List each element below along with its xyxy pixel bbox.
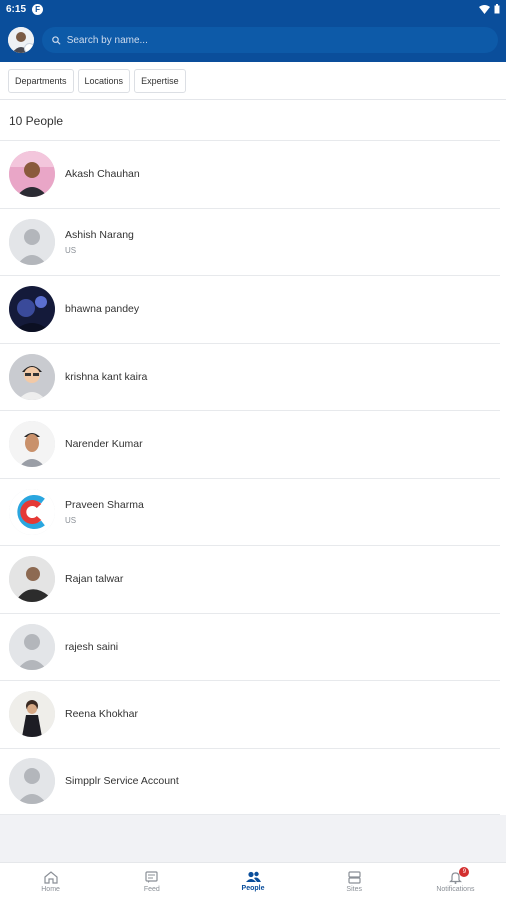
list-item[interactable]: bhawna pandey xyxy=(0,275,500,343)
wifi-icon xyxy=(479,4,490,14)
search-bar[interactable] xyxy=(42,27,498,53)
status-time: 6:15 xyxy=(6,3,27,15)
home-icon xyxy=(43,870,58,884)
default-avatar-icon xyxy=(9,218,55,265)
avatar xyxy=(9,488,55,535)
app-notification-icon: F xyxy=(32,3,44,15)
default-avatar-icon xyxy=(9,758,55,805)
search-icon xyxy=(52,35,61,45)
nav-home[interactable]: Home xyxy=(0,863,101,900)
list-item[interactable]: Ashish Narang US xyxy=(0,207,500,276)
people-count: 10 People xyxy=(9,114,64,128)
person-name: Reena Khokhar xyxy=(65,708,138,721)
avatar xyxy=(9,556,55,603)
avatar xyxy=(9,421,55,468)
list-item[interactable]: Praveen Sharma US xyxy=(0,477,500,546)
filter-locations[interactable]: Locations xyxy=(77,68,131,93)
person-name: rajesh saini xyxy=(65,640,119,653)
search-input[interactable] xyxy=(66,34,488,46)
person-name: bhawna pandey xyxy=(65,303,140,316)
list-item[interactable]: Akash Chauhan xyxy=(0,140,500,208)
nav-home-label: Home xyxy=(41,885,60,893)
avatar xyxy=(9,151,55,198)
person-name: Narender Kumar xyxy=(65,438,143,451)
filter-departments[interactable]: Departments xyxy=(8,68,74,93)
person-location: US xyxy=(65,245,77,255)
sites-icon xyxy=(348,870,361,884)
notification-count-badge: 9 xyxy=(459,867,470,877)
bottom-nav: Home Feed People Sites 9 Notifications xyxy=(0,862,506,900)
default-avatar-icon xyxy=(9,623,55,670)
nav-sites[interactable]: Sites xyxy=(304,863,405,900)
avatar xyxy=(9,623,55,670)
list-item[interactable]: krishna kant kaira xyxy=(0,342,500,411)
avatar xyxy=(9,218,55,265)
settings-badge-icon xyxy=(24,43,34,53)
person-name: Simpplr Service Account xyxy=(65,775,179,788)
filter-expertise[interactable]: Expertise xyxy=(134,68,186,93)
current-user-avatar[interactable] xyxy=(8,27,34,53)
nav-feed[interactable]: Feed xyxy=(101,863,202,900)
nav-feed-label: Feed xyxy=(143,885,160,893)
nav-notifications[interactable]: 9 Notifications xyxy=(405,863,506,900)
avatar xyxy=(9,758,55,805)
list-item[interactable]: rajesh saini xyxy=(0,612,500,681)
app-header: 6:15 F xyxy=(0,0,506,62)
nav-notifications-label: Notifications xyxy=(436,885,475,893)
avatar xyxy=(9,353,55,400)
nav-people-label: People xyxy=(241,885,265,892)
list-item[interactable]: Reena Khokhar xyxy=(0,680,500,748)
list-footer-spacer xyxy=(0,815,506,862)
person-name: krishna kant kaira xyxy=(65,370,148,383)
list-item[interactable]: Simpplr Service Account xyxy=(0,747,500,815)
avatar xyxy=(9,691,55,738)
feed-icon xyxy=(145,870,158,883)
person-name: Akash Chauhan xyxy=(65,168,140,181)
people-list: Akash Chauhan Ashish Narang US bhawna pa… xyxy=(0,140,506,815)
nav-people[interactable]: People xyxy=(202,863,303,900)
person-name: Ashish Narang xyxy=(65,228,134,241)
list-item[interactable]: Rajan talwar xyxy=(0,545,500,613)
battery-icon xyxy=(494,4,500,14)
avatar xyxy=(9,286,55,333)
person-name: Rajan talwar xyxy=(65,573,124,586)
person-name: Praveen Sharma xyxy=(65,498,144,511)
nav-sites-label: Sites xyxy=(346,885,362,893)
filter-bar: Departments Locations Expertise xyxy=(0,62,506,100)
people-icon xyxy=(245,871,261,882)
person-location: US xyxy=(65,515,77,525)
list-item[interactable]: Narender Kumar xyxy=(0,410,500,478)
status-bar: 6:15 F xyxy=(0,0,506,18)
